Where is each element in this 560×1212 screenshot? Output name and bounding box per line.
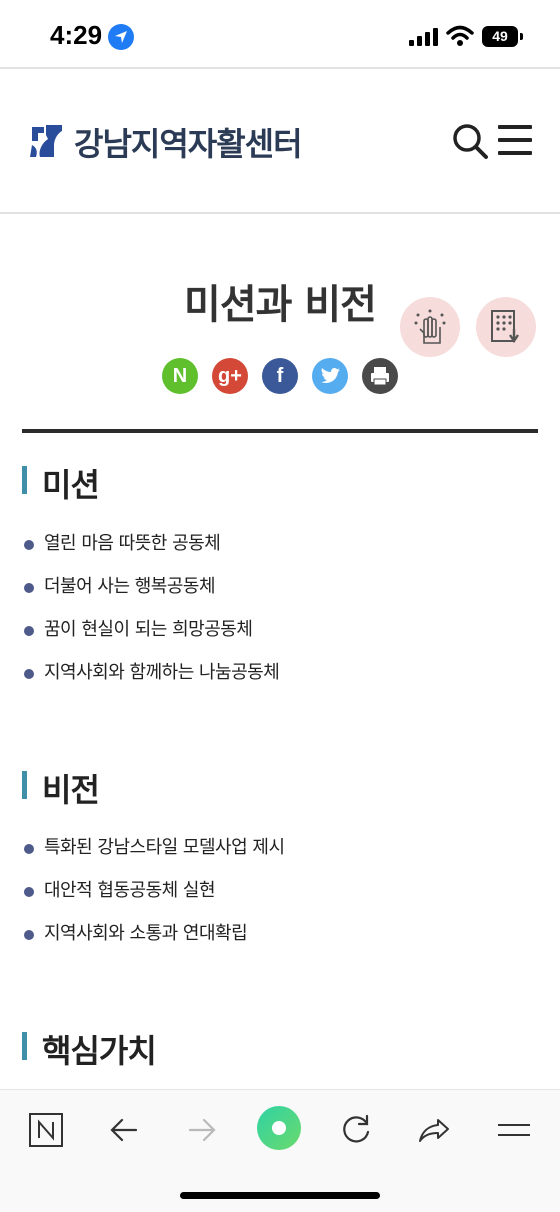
heading-accent-bar [22,1032,27,1060]
twitter-bird-icon [321,368,340,383]
naver-n-icon [29,1113,63,1147]
home-indicator [180,1192,380,1199]
google-plus-icon: g+ [218,365,242,387]
arrow-right-icon [188,1118,216,1142]
reload-button[interactable] [336,1110,376,1150]
reload-icon [343,1114,370,1143]
mission-list: 열린 마음 따뜻한 공동체 더불어 사는 행복공동체 꿈이 현실이 되는 희망공… [22,532,538,704]
bullet-icon [24,887,34,897]
vision-title: 비전 [42,771,100,809]
mission-title: 미션 [42,466,100,504]
page-title: 미션과 비전 [184,282,377,328]
share-arrow-icon [419,1119,449,1142]
core-values-title: 핵심가치 [42,1032,157,1070]
header-divider [0,212,560,214]
bullet-icon [24,583,34,593]
bullet-icon [24,626,34,636]
list-item: 꿈이 현실이 되는 희망공동체 [22,618,538,661]
battery-tip [520,33,523,40]
naver-share-button[interactable]: N [162,358,198,394]
cellular-signal-icon [409,28,439,46]
forward-button[interactable] [182,1110,222,1150]
list-item: 지역사회와 함께하는 나눔공동체 [22,661,538,704]
menu-lines-icon [498,1124,530,1136]
title-divider [22,429,538,433]
google-plus-share-button[interactable]: g+ [212,358,248,394]
naver-home-button[interactable] [26,1110,66,1150]
share-buttons: N g+ f [0,358,560,396]
battery-indicator: 49 [482,26,518,47]
site-header: 강남지역자활센터 [0,69,560,213]
status-time: 4:29 [50,20,103,50]
arrow-left-icon [110,1118,138,1142]
facebook-share-button[interactable]: f [262,358,298,394]
vision-list: 특화된 강남스타일 모델사업 제시 대안적 협동공동체 실현 지역사회와 소통과… [22,836,538,965]
document-download-icon [491,310,519,344]
accessibility-gesture-button[interactable] [400,297,460,357]
green-dot-icon [257,1106,301,1150]
wifi-icon [446,25,474,51]
search-button[interactable] [450,121,490,161]
bullet-icon [24,669,34,679]
print-button[interactable] [362,358,398,394]
heading-accent-bar [22,466,27,494]
printer-icon [371,367,389,386]
heading-accent-bar [22,771,27,799]
green-dot-button[interactable] [256,1105,302,1151]
back-button[interactable] [104,1110,144,1150]
twitter-share-button[interactable] [312,358,348,394]
search-icon [453,124,488,159]
status-bar: 4:29 49 [0,0,560,68]
location-arrow-icon [108,24,134,50]
bullet-icon [24,540,34,550]
logo-mark-icon[interactable] [28,121,66,161]
browser-menu-button[interactable] [494,1110,534,1150]
list-item: 더불어 사는 행복공동체 [22,575,538,618]
hand-gesture-icon [414,309,446,344]
list-item: 지역사회와 소통과 연대확립 [22,922,538,965]
facebook-icon: f [276,365,284,387]
hamburger-menu-button[interactable] [498,123,532,157]
list-item: 열린 마음 따뜻한 공동체 [22,532,538,575]
bullet-icon [24,844,34,854]
bullet-icon [24,930,34,940]
logo-text[interactable]: 강남지역자활센터 [74,119,303,165]
naver-icon: N [172,365,188,387]
list-item: 대안적 협동공동체 실현 [22,879,538,922]
download-document-button[interactable] [476,297,536,357]
list-item: 특화된 강남스타일 모델사업 제시 [22,836,538,879]
share-button[interactable] [414,1110,454,1150]
